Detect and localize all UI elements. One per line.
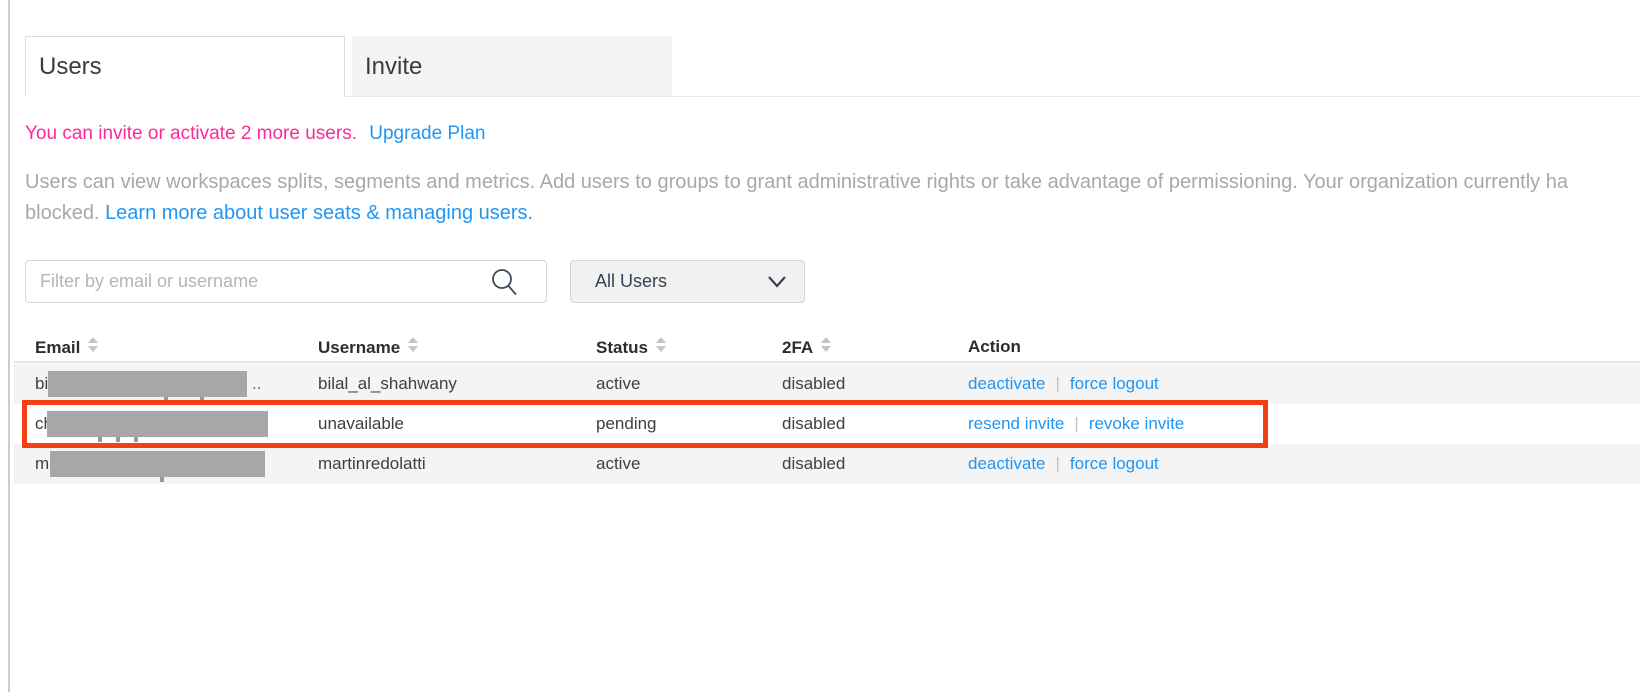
table-row: ch unavailable pending disabled resend i… bbox=[14, 404, 1640, 444]
description-line1: Users can view workspaces splits, segmen… bbox=[25, 167, 1568, 198]
column-header-status[interactable]: Status bbox=[596, 337, 666, 358]
sort-arrows-icon bbox=[408, 337, 418, 352]
column-header-label: Username bbox=[318, 338, 400, 357]
column-header-action: Action bbox=[968, 337, 1021, 357]
users-description: Users can view workspaces splits, segmen… bbox=[25, 167, 1568, 228]
filter-input[interactable] bbox=[25, 260, 547, 303]
column-header-label: Action bbox=[968, 337, 1021, 356]
tab-users[interactable]: Users bbox=[25, 36, 345, 97]
table-row: ma martinredolatti active disabled deact… bbox=[14, 444, 1640, 484]
seat-limit-message: You can invite or activate 2 more users. bbox=[25, 123, 357, 144]
sort-arrows-icon bbox=[821, 337, 831, 352]
redacted-text-descender bbox=[200, 397, 204, 402]
email-redaction-bar bbox=[47, 411, 268, 437]
seat-limit-banner: You can invite or activate 2 more users.… bbox=[25, 123, 485, 145]
username-cell: bilal_al_shahwany bbox=[318, 364, 457, 404]
user-filter-dropdown[interactable]: All Users bbox=[570, 260, 805, 303]
redacted-text-descender bbox=[134, 437, 138, 442]
revoke-invite-link[interactable]: revoke invite bbox=[1089, 414, 1184, 433]
force-logout-link[interactable]: force logout bbox=[1070, 374, 1159, 393]
twofa-cell: disabled bbox=[782, 364, 845, 404]
column-header-label: 2FA bbox=[782, 338, 813, 357]
username-cell: martinredolatti bbox=[318, 444, 426, 484]
column-header-2fa[interactable]: 2FA bbox=[782, 337, 831, 358]
status-cell: active bbox=[596, 364, 640, 404]
learn-more-link[interactable]: Learn more about user seats & managing u… bbox=[105, 202, 533, 224]
status-cell: pending bbox=[596, 404, 657, 444]
column-header-label: Status bbox=[596, 338, 648, 357]
dropdown-selected-value: All Users bbox=[595, 271, 667, 292]
force-logout-link[interactable]: force logout bbox=[1070, 454, 1159, 473]
column-header-username[interactable]: Username bbox=[318, 337, 418, 358]
redacted-text-descender bbox=[160, 477, 164, 482]
twofa-cell: disabled bbox=[782, 404, 845, 444]
action-separator: | bbox=[1056, 374, 1060, 393]
description-line2: blocked. Learn more about user seats & m… bbox=[25, 198, 1568, 229]
deactivate-link[interactable]: deactivate bbox=[968, 374, 1046, 393]
redacted-text-descender bbox=[164, 397, 168, 402]
resend-invite-link[interactable]: resend invite bbox=[968, 414, 1064, 433]
upgrade-plan-link[interactable]: Upgrade Plan bbox=[369, 123, 485, 144]
column-header-email[interactable]: Email bbox=[35, 337, 98, 358]
description-line2-text: blocked. bbox=[25, 202, 105, 224]
email-truncation: .. bbox=[252, 364, 261, 404]
status-cell: active bbox=[596, 444, 640, 484]
table-header-divider bbox=[14, 361, 1640, 363]
sort-arrows-icon bbox=[88, 337, 98, 352]
search-icon bbox=[489, 267, 519, 297]
sort-arrows-icon bbox=[656, 337, 666, 352]
email-redaction-bar bbox=[48, 371, 247, 397]
deactivate-link[interactable]: deactivate bbox=[968, 454, 1046, 473]
column-header-label: Email bbox=[35, 338, 80, 357]
table-row: bil .. bilal_al_shahwany active disabled… bbox=[14, 364, 1640, 404]
page-left-border bbox=[8, 0, 10, 692]
action-cell: deactivate | force logout bbox=[968, 364, 1159, 404]
action-cell: deactivate | force logout bbox=[968, 444, 1159, 484]
redacted-text-descender bbox=[116, 437, 120, 442]
email-redaction-bar bbox=[50, 451, 265, 477]
twofa-cell: disabled bbox=[782, 444, 845, 484]
chevron-down-icon bbox=[768, 276, 786, 288]
tab-invite[interactable]: Invite bbox=[352, 36, 672, 97]
redacted-text-descender bbox=[98, 437, 102, 442]
username-cell: unavailable bbox=[318, 404, 404, 444]
tab-bar-divider bbox=[346, 96, 1640, 97]
action-cell: resend invite | revoke invite bbox=[968, 404, 1184, 444]
action-separator: | bbox=[1056, 454, 1060, 473]
action-separator: | bbox=[1074, 414, 1078, 433]
